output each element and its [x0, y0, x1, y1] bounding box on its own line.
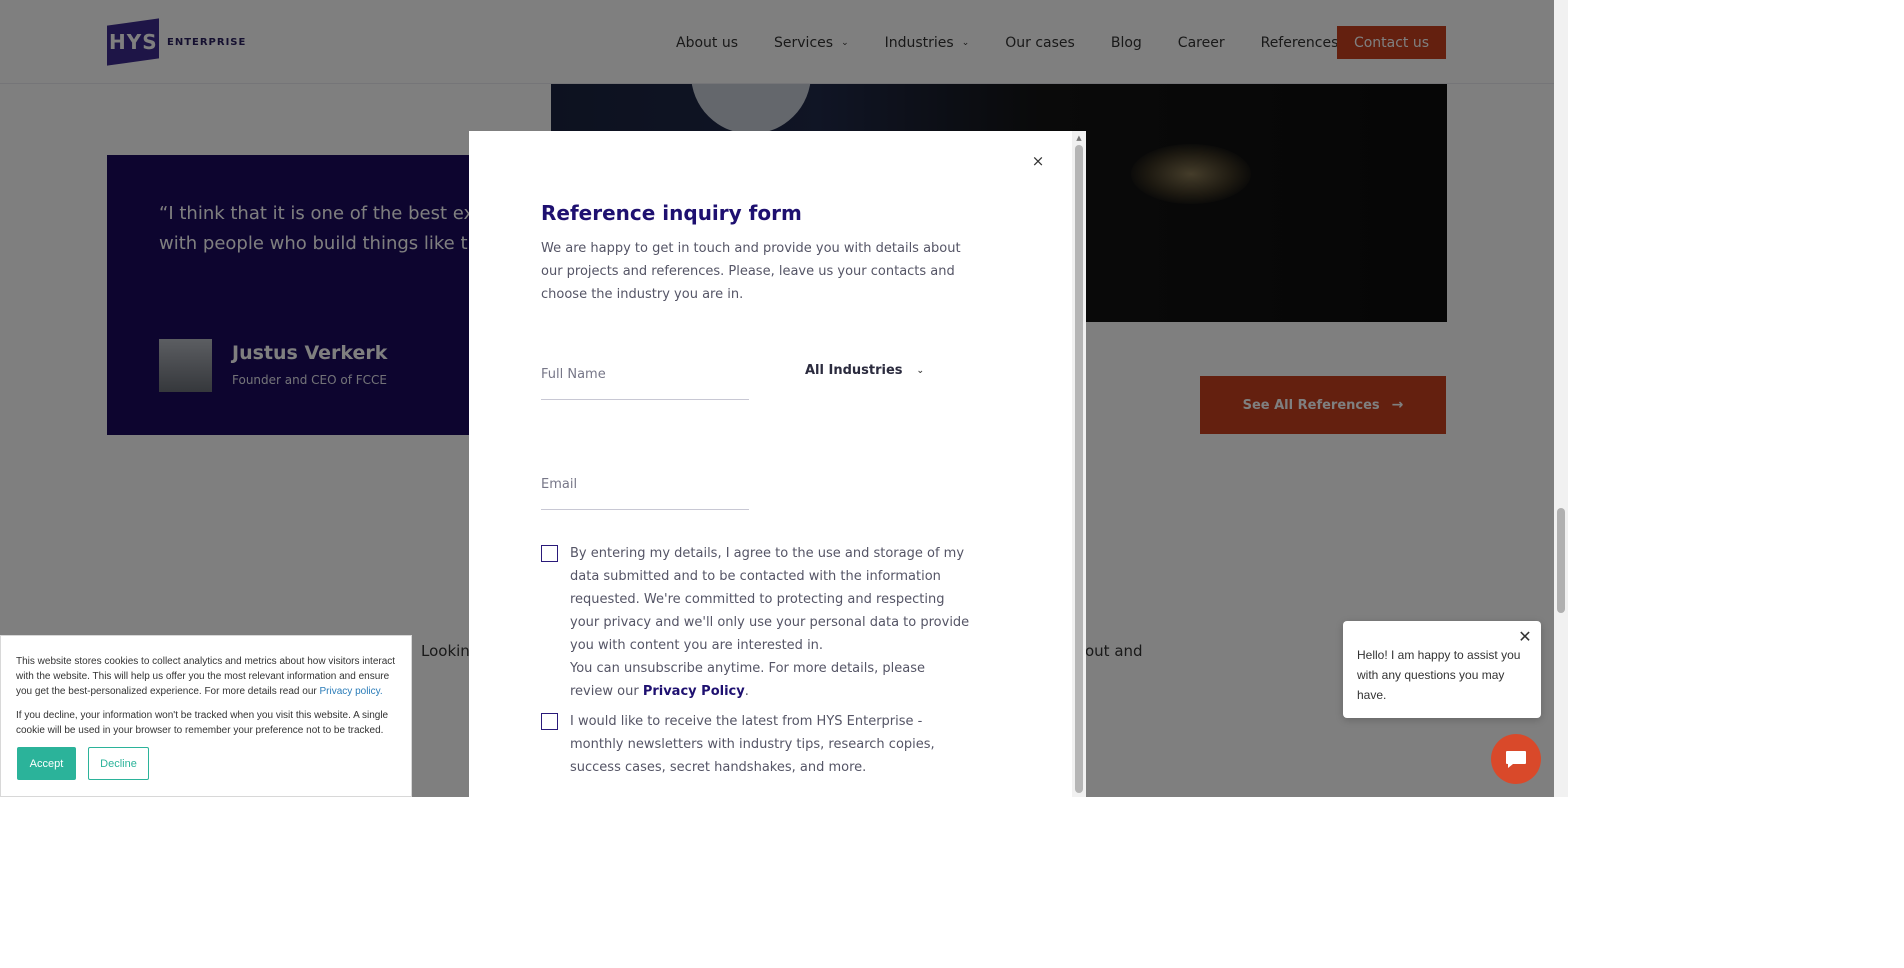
- accept-cookies-button[interactable]: Accept: [17, 747, 76, 780]
- cookie-decline-info: If you decline, your information won't b…: [16, 710, 389, 736]
- cookie-banner: This website stores cookies to collect a…: [0, 635, 412, 797]
- full-name-field: [541, 363, 749, 400]
- full-name-input[interactable]: [541, 367, 749, 400]
- modal-scroll-thumb[interactable]: [1075, 145, 1083, 793]
- decline-cookies-button[interactable]: Decline: [88, 747, 149, 780]
- chat-icon: [1506, 751, 1526, 768]
- modal-intro: We are happy to get in touch and provide…: [541, 241, 961, 302]
- page-scrollbar[interactable]: [1554, 0, 1568, 797]
- cookie-privacy-link[interactable]: Privacy policy.: [320, 686, 383, 697]
- consent-text: By entering my details, I agree to the u…: [570, 546, 970, 699]
- chat-launcher-button[interactable]: [1491, 734, 1541, 784]
- chat-message: Hello! I am happy to assist you with any…: [1357, 648, 1521, 702]
- modal-scrollbar[interactable]: ▲: [1072, 131, 1086, 797]
- page-scroll-thumb[interactable]: [1557, 508, 1565, 613]
- email-field: [541, 473, 749, 510]
- chevron-down-icon: ⌄: [916, 365, 925, 376]
- newsletter-checkbox[interactable]: [541, 713, 558, 730]
- newsletter-text: I would like to receive the latest from …: [570, 714, 935, 775]
- close-icon[interactable]: ✕: [1517, 629, 1533, 645]
- consent-checkbox[interactable]: [541, 545, 558, 562]
- reference-inquiry-modal: × Reference inquiry form We are happy to…: [469, 131, 1086, 797]
- email-input[interactable]: [541, 477, 749, 510]
- industry-select[interactable]: All Industries ⌄: [805, 363, 924, 378]
- privacy-policy-link[interactable]: Privacy Policy: [643, 684, 745, 699]
- cookie-text: This website stores cookies to collect a…: [16, 656, 396, 697]
- close-icon[interactable]: ×: [1031, 153, 1045, 169]
- scroll-up-arrow-icon[interactable]: ▲: [1072, 131, 1086, 145]
- modal-title: Reference inquiry form: [541, 201, 802, 225]
- chat-greeting-bubble: ✕ Hello! I am happy to assist you with a…: [1343, 621, 1541, 718]
